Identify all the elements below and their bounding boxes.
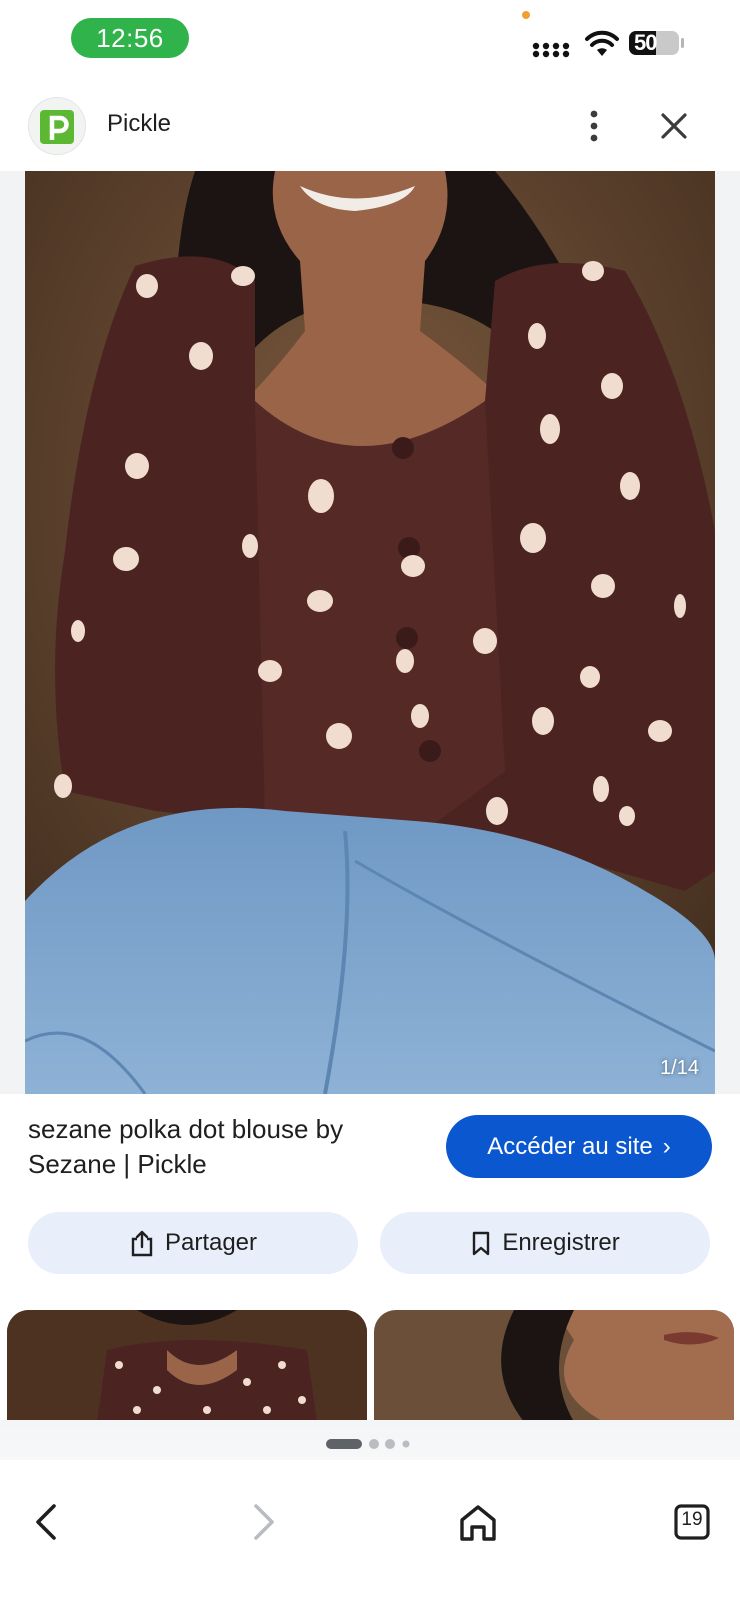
save-button[interactable]: Enregistrer xyxy=(380,1212,710,1274)
related-image-thumbnail[interactable] xyxy=(7,1310,367,1422)
site-header: Pickle xyxy=(0,88,740,172)
site-name: Pickle xyxy=(107,110,172,137)
result-title[interactable]: sezane polka dot blouse by Sezane | Pick… xyxy=(28,1112,418,1182)
pickle-logo-icon xyxy=(28,97,86,155)
visit-site-button[interactable]: Accéder au site › xyxy=(446,1115,712,1178)
tabs-button[interactable]: 19 xyxy=(668,1498,716,1546)
home-icon[interactable] xyxy=(454,1498,502,1546)
browser-bottom-nav: 19 xyxy=(0,1468,740,1600)
chevron-right-icon: › xyxy=(662,1133,671,1160)
wifi-icon xyxy=(585,30,619,56)
back-arrow-icon[interactable] xyxy=(24,1498,72,1546)
cellular-signal-icon xyxy=(532,42,570,58)
visit-site-label: Accéder au site xyxy=(487,1133,653,1160)
more-vert-icon[interactable] xyxy=(576,106,612,146)
battery-indicator: 50 xyxy=(628,29,686,57)
forward-arrow-icon[interactable] xyxy=(238,1498,286,1546)
viewer-margin-right xyxy=(715,171,740,1094)
image-counter: 1/14 xyxy=(660,1057,699,1079)
status-bar: 12:56 50 xyxy=(0,0,740,80)
battery-level-text: 50 xyxy=(634,30,658,55)
share-button[interactable]: Partager xyxy=(28,1212,358,1274)
viewer-margin-left xyxy=(0,171,25,1094)
product-image[interactable]: 1/14 xyxy=(25,171,715,1094)
status-time: 12:56 xyxy=(71,18,189,58)
bookmark-icon xyxy=(473,1231,490,1256)
save-label: Enregistrer xyxy=(502,1229,620,1256)
related-image-thumbnail[interactable] xyxy=(374,1310,734,1422)
share-label: Partager xyxy=(164,1229,258,1256)
close-icon[interactable] xyxy=(656,108,692,144)
privacy-indicator-dot xyxy=(522,11,530,19)
share-icon xyxy=(131,1230,153,1257)
tabs-count: 19 xyxy=(681,1509,703,1530)
carousel-page-indicator xyxy=(326,1439,410,1449)
